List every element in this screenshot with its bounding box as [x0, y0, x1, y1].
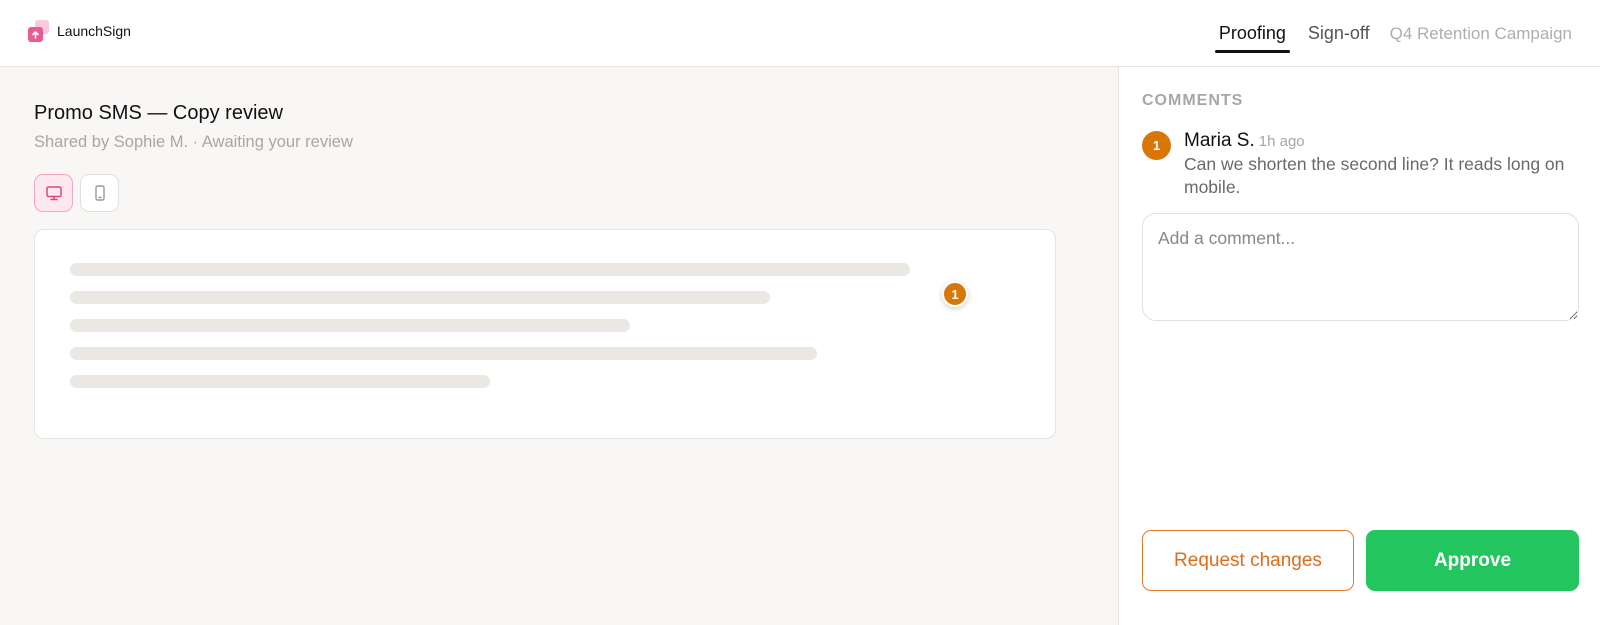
text-placeholder-line: [70, 375, 490, 388]
comment-item: 1 Maria S. 1h ago Can we shorten the seco…: [1142, 130, 1572, 199]
comments-panel: COMMENTS 1 Maria S. 1h ago Can we shorten…: [1120, 67, 1600, 625]
message-preview: 1: [34, 229, 1056, 439]
launchsign-logo-icon: [28, 20, 50, 42]
comments-heading: COMMENTS: [1142, 92, 1244, 109]
tab-proofing[interactable]: Proofing: [1214, 0, 1290, 67]
approve-button[interactable]: Approve: [1366, 530, 1579, 591]
page-title: Promo SMS — Copy review: [34, 102, 283, 124]
proof-area: Promo SMS — Copy review Shared by Sophie…: [0, 67, 1119, 625]
comment-time: 1h ago: [1258, 133, 1305, 150]
text-placeholder-line: [70, 263, 910, 276]
text-placeholder-line: [70, 319, 630, 332]
campaign-name: Q4 Retention Campaign: [1389, 23, 1572, 43]
page-subtitle: Shared by Sophie M. · Awaiting your revi…: [34, 133, 353, 151]
brand[interactable]: LaunchSign: [28, 20, 131, 42]
desktop-preview-button[interactable]: [34, 174, 73, 212]
app-name: LaunchSign: [57, 23, 131, 39]
text-placeholder-line: [70, 347, 817, 360]
mobile-icon: [94, 185, 105, 201]
comment-input[interactable]: [1142, 213, 1579, 321]
comment-number-badge: 1: [1142, 131, 1171, 160]
mobile-preview-button[interactable]: [80, 174, 119, 212]
comment-pin[interactable]: 1: [942, 281, 968, 307]
comment-author: Maria S.: [1184, 130, 1255, 151]
desktop-icon: [45, 186, 62, 201]
tab-sign-off[interactable]: Sign-off: [1304, 0, 1374, 67]
top-bar: LaunchSign Proofing Sign-off Q4 Retentio…: [0, 0, 1600, 67]
request-changes-button[interactable]: Request changes: [1142, 530, 1354, 591]
top-nav: Proofing Sign-off Q4 Retention Campaign: [1201, 0, 1572, 67]
text-placeholder-line: [70, 291, 770, 304]
comment-text: Can we shorten the second line? It reads…: [1184, 154, 1565, 197]
